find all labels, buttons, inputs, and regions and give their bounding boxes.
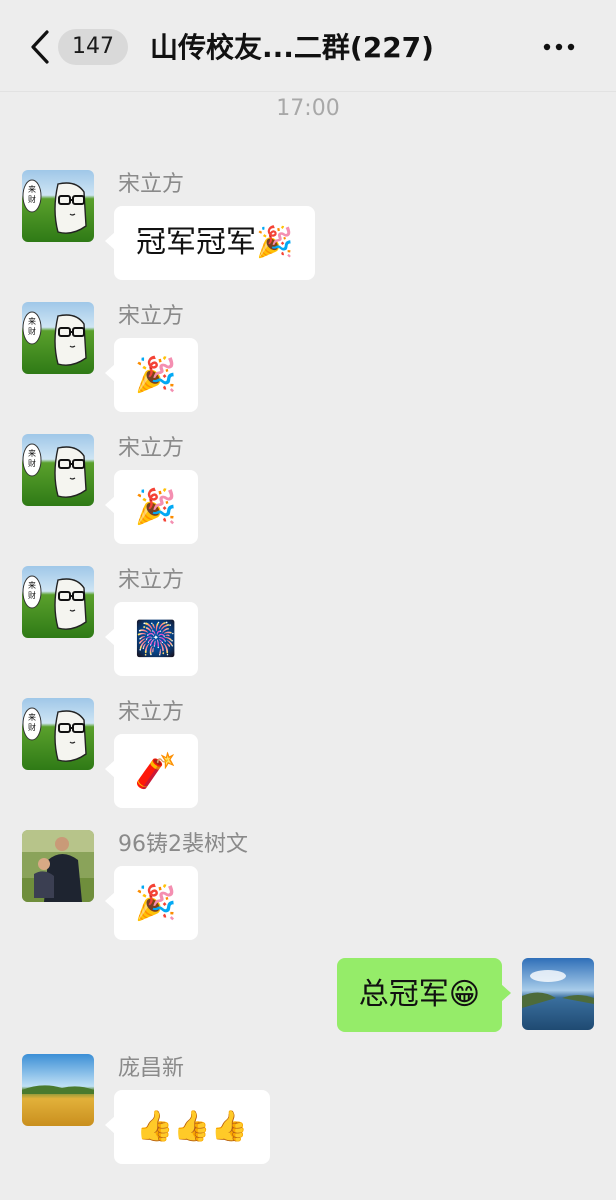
more-options-button[interactable] [542, 32, 576, 62]
sender-name: 宋立方 [118, 700, 185, 725]
avatar[interactable]: 来 财 [22, 566, 94, 638]
message-timestamp: 17:00 [276, 96, 340, 121]
chat-title[interactable]: 山传校友...二群(227) [150, 26, 450, 70]
avatar[interactable]: 来 财 [22, 434, 94, 506]
message-bubble[interactable]: 🎆 [105, 602, 198, 676]
sender-name: 宋立方 [118, 568, 185, 593]
svg-text:来: 来 [28, 713, 36, 722]
message-bubble[interactable]: 🎉 [105, 338, 198, 412]
svg-text:来: 来 [28, 317, 36, 326]
back-button[interactable] [22, 26, 58, 68]
svg-text:财: 财 [28, 458, 36, 468]
chat-screen: 147 山传校友...二群(227) 17:00 来 财 宋立方 冠军冠军🎉 来… [0, 0, 616, 1200]
svg-text:财: 财 [28, 590, 36, 600]
message-bubble[interactable]: 冠军冠军🎉 [104, 206, 316, 280]
svg-text:财: 财 [28, 326, 36, 336]
avatar[interactable]: 来 财 [22, 170, 94, 242]
message-bubble[interactable]: 🎉 [105, 866, 198, 940]
avatar[interactable]: 来 财 [22, 302, 94, 374]
chevron-left-icon [31, 30, 49, 64]
sender-name: 庞昌新 [118, 1056, 185, 1081]
svg-text:来: 来 [28, 449, 36, 458]
message-bubble[interactable]: 🎉 [105, 470, 198, 544]
ellipsis-icon [543, 43, 575, 51]
unread-count-badge[interactable]: 147 [58, 29, 128, 65]
avatar[interactable] [22, 1054, 94, 1126]
avatar-caption-2: 财 [28, 194, 36, 204]
message-bubble[interactable]: 🧨 [105, 734, 198, 808]
outgoing-message-bubble[interactable]: 总冠军😁 [336, 958, 512, 1032]
avatar-caption-1: 来 [28, 185, 36, 194]
chat-header: 147 山传校友...二群(227) [0, 0, 616, 92]
sender-name: 宋立方 [118, 172, 185, 197]
sender-name: 宋立方 [118, 304, 185, 329]
svg-text:来: 来 [28, 581, 36, 590]
svg-text:财: 财 [28, 722, 36, 732]
avatar[interactable] [22, 830, 94, 902]
my-avatar[interactable] [522, 958, 594, 1030]
message-bubble[interactable]: 👍👍👍 [104, 1090, 271, 1164]
sender-name: 96铸2裴树文 [118, 832, 248, 857]
avatar[interactable]: 来 财 [22, 698, 94, 770]
sender-name: 宋立方 [118, 436, 185, 461]
